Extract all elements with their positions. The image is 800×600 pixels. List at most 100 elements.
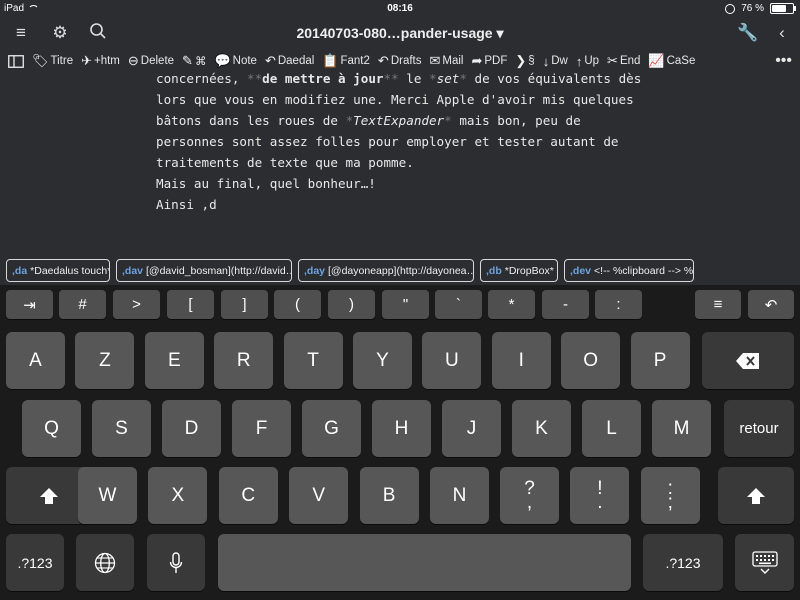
microphone-icon	[169, 551, 183, 573]
key-z[interactable]: Z	[75, 332, 135, 389]
dictation-key[interactable]	[147, 534, 205, 591]
numbers-key[interactable]: .?123	[6, 534, 64, 591]
rotation-lock-icon	[725, 3, 736, 14]
key-n[interactable]: N	[430, 467, 489, 524]
key-f[interactable]: F	[232, 400, 291, 457]
toolbar-delete-button[interactable]: ⊖ Delete	[124, 53, 178, 69]
toolbar-clipboard-button[interactable]: 📋 Fant2	[318, 53, 374, 69]
extra-key[interactable]: *	[488, 290, 535, 319]
key-h[interactable]: H	[372, 400, 431, 457]
key-t[interactable]: T	[283, 332, 343, 389]
snippet-suggestion[interactable]: ,day [@dayoneapp](http://dayonea…	[298, 259, 474, 282]
toolbar-label: Daedal	[277, 55, 315, 67]
key-v[interactable]: V	[289, 467, 349, 524]
extra-key[interactable]: ]	[221, 290, 268, 319]
snippet-suggestion[interactable]: ,db *DropBox*	[480, 259, 558, 282]
key-punct[interactable]: ?,	[500, 467, 559, 524]
extra-key[interactable]: >	[113, 290, 160, 319]
editor-line: lors que vous en modifiez une. Merci App…	[156, 92, 634, 107]
key-punct[interactable]: !.	[570, 467, 630, 524]
key-s[interactable]: S	[92, 400, 151, 457]
extra-key[interactable]: #	[59, 290, 106, 319]
battery-percent: 76 %	[741, 3, 764, 14]
snippet-suggestion[interactable]: ,dev <!-- %clipboard --> %|	[564, 259, 694, 282]
toolbar-case-button[interactable]: 📈 CaSe	[644, 53, 699, 69]
toolbar-mail-button[interactable]: ✉ Mail	[425, 53, 467, 69]
drafts-icon: ↶	[377, 53, 389, 68]
more-icon[interactable]: •••	[771, 52, 800, 70]
sidebar-toggle-button[interactable]	[0, 54, 28, 68]
extra-key[interactable]: -	[542, 290, 589, 319]
hide-keyboard-key[interactable]	[735, 534, 794, 591]
toolbar-label: PDF	[484, 55, 508, 67]
key-g[interactable]: G	[302, 400, 361, 457]
key-punct[interactable]: :;	[640, 467, 700, 524]
key-e[interactable]: E	[144, 332, 204, 389]
key-y[interactable]: Y	[353, 332, 412, 389]
key-m[interactable]: M	[652, 400, 711, 457]
toolbar-section-button[interactable]: ❯ §	[511, 53, 538, 69]
extra-key[interactable]: "	[382, 290, 429, 319]
key-k[interactable]: K	[512, 400, 571, 457]
key-b[interactable]: B	[359, 467, 419, 524]
toolbar-label: ⌘	[194, 56, 207, 68]
document-title[interactable]: 20140703-080…pander-usage ▾	[0, 25, 800, 42]
toolbar-label: End	[619, 55, 641, 67]
extra-key[interactable]: )	[328, 290, 375, 319]
chevron-left-icon[interactable]: ‹	[771, 22, 793, 44]
backspace-key[interactable]	[702, 332, 794, 389]
key-j[interactable]: J	[442, 400, 501, 457]
key-p[interactable]: P	[630, 332, 690, 389]
toolbar-pin-button[interactable]: ✈ +htm	[77, 53, 124, 69]
toolbar-daedal-button[interactable]: ↶ Daedal	[261, 53, 318, 69]
extra-key[interactable]: ↶	[748, 290, 794, 319]
key-o[interactable]: O	[561, 332, 621, 389]
globe-key[interactable]	[76, 534, 134, 591]
key-l[interactable]: L	[582, 400, 641, 457]
toolbar-note-button[interactable]: 💬 Note	[210, 53, 260, 69]
numbers-key-right[interactable]: .?123	[643, 534, 723, 591]
key-w[interactable]: W	[78, 467, 137, 524]
section-icon: ❯	[515, 53, 527, 68]
toolbar-text-tag-button[interactable]: 🏷 Titre	[28, 53, 77, 69]
extra-key[interactable]: `	[435, 290, 482, 319]
wrench-icon[interactable]: 🔧	[737, 22, 759, 44]
text-editor[interactable]: concernées, **de mettre à jour** le *set…	[156, 68, 676, 258]
extra-key[interactable]: ⇥	[6, 290, 53, 319]
shift-key-right[interactable]	[718, 467, 794, 524]
battery-icon	[770, 3, 796, 14]
backspace-icon	[736, 352, 759, 369]
snippet-suggestion[interactable]: ,dav [@david_bosman](http://david…	[116, 259, 292, 282]
key-r[interactable]: R	[214, 332, 274, 389]
extra-key[interactable]: ≡	[695, 290, 741, 319]
key-a[interactable]: A	[6, 332, 65, 389]
extra-key[interactable]: (	[274, 290, 321, 319]
mail-icon: ✉	[429, 53, 441, 68]
end-icon: ✂	[607, 53, 618, 68]
note-icon: 💬	[214, 53, 231, 68]
key-u[interactable]: U	[422, 332, 482, 389]
clock: 08:16	[387, 3, 413, 14]
snippet-suggestion[interactable]: ,da *Daedalus touch*	[6, 259, 110, 282]
key-d[interactable]: D	[162, 400, 221, 457]
key-x[interactable]: X	[148, 467, 208, 524]
key-c[interactable]: C	[218, 467, 278, 524]
extra-key[interactable]: [	[167, 290, 214, 319]
pdf-icon: ➦	[471, 53, 483, 68]
toolbar-label: Up	[584, 55, 600, 67]
shift-icon	[747, 487, 765, 504]
toolbar-drafts-button[interactable]: ↶ Drafts	[374, 53, 426, 69]
return-key[interactable]: retour	[724, 400, 794, 457]
toolbar-end-button[interactable]: ✂ End	[603, 53, 644, 69]
key-q[interactable]: Q	[22, 400, 81, 457]
shift-icon	[40, 487, 58, 504]
toolbar-up-button[interactable]: ↑ Up	[572, 53, 603, 69]
toolbar-edit-button[interactable]: ✎ ⌘	[178, 53, 210, 69]
toolbar-pdf-button[interactable]: ➦ PDF	[467, 53, 511, 69]
key-i[interactable]: I	[491, 332, 551, 389]
snippet-suggestions: ,da *Daedalus touch* ,dav [@david_bosman](…	[6, 259, 694, 282]
extra-key[interactable]: :	[595, 290, 642, 319]
key-lower: .	[597, 491, 603, 513]
space-bar[interactable]	[218, 534, 631, 591]
toolbar-down-button[interactable]: ↓ Dw	[539, 53, 572, 69]
